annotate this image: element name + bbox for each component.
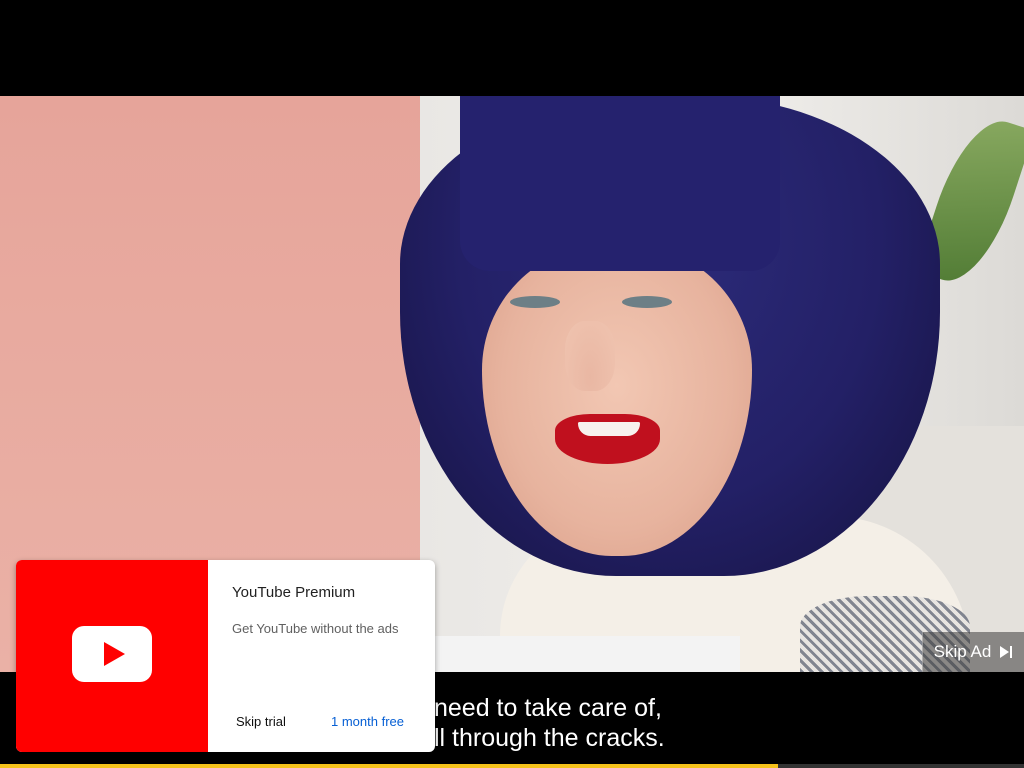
youtube-play-icon (72, 625, 152, 687)
skip-trial-button[interactable]: Skip trial (236, 714, 286, 729)
premium-brand-panel (16, 560, 208, 752)
premium-title: YouTube Premium (232, 584, 356, 601)
hair-bangs (460, 96, 780, 271)
nose (565, 321, 615, 391)
premium-subtitle: Get YouTube without the ads (232, 621, 399, 636)
skip-ad-button[interactable]: Skip Ad (922, 632, 1024, 672)
premium-actions: Skip trial 1 month free (208, 714, 435, 734)
laptop-edge (420, 636, 740, 672)
premium-body: YouTube Premium Get YouTube without the … (208, 560, 435, 752)
skip-ad-label: Skip Ad (933, 642, 992, 661)
one-month-free-button[interactable]: 1 month free (331, 714, 404, 729)
caption-line: ll through the cracks. (434, 724, 665, 752)
right-eye (622, 296, 672, 308)
ad-progress-bar[interactable] (0, 764, 1024, 768)
caption-line: need to take care of, (434, 694, 662, 722)
skip-next-icon (999, 645, 1013, 659)
teeth (578, 422, 640, 436)
ad-progress-fill (0, 764, 779, 768)
video-player[interactable]: Skip Ad need to take care of, ll through… (0, 0, 1024, 768)
premium-promo-card: YouTube Premium Get YouTube without the … (16, 560, 435, 752)
left-eye (510, 296, 560, 308)
